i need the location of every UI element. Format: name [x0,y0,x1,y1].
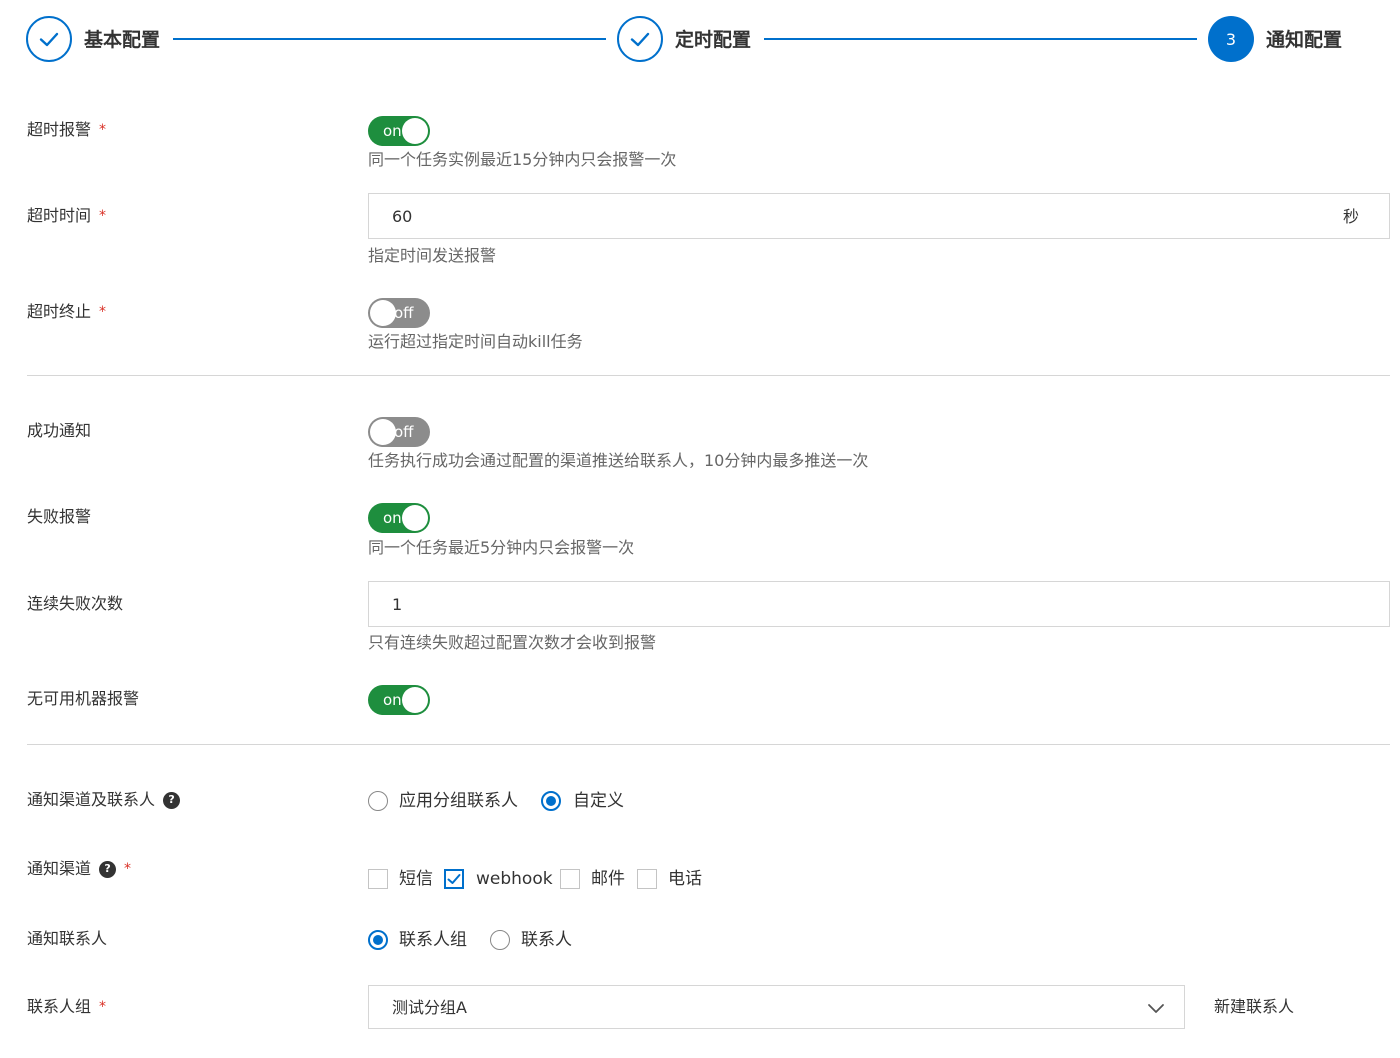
section-divider [27,375,1390,376]
checkbox-email-label[interactable]: 邮件 [591,868,625,890]
required-mark: * [99,999,107,1015]
timeout-time-label: 超时时间 * [27,206,107,225]
timeout-alert-switch[interactable]: on [368,116,430,146]
radio-contact[interactable] [490,930,510,950]
checkbox-phone-label[interactable]: 电话 [668,868,702,890]
checkbox-sms-label[interactable]: 短信 [399,868,433,890]
channel-contacts-label: 通知渠道及联系人 ? [27,789,181,811]
timeout-kill-switch[interactable]: off [368,298,430,328]
consecutive-fail-label: 连续失败次数 [27,594,124,613]
fail-alert-label: 失败报警 [27,507,92,526]
help-icon[interactable]: ? [163,791,181,809]
timeout-kill-hint: 运行超过指定时间自动kill任务 [368,332,583,351]
timeout-kill-label: 超时终止 * [27,302,107,321]
timeout-time-hint: 指定时间发送报警 [368,246,497,265]
radio-app-group-contacts[interactable] [368,791,388,811]
success-notify-label: 成功通知 [27,421,92,440]
timeout-alert-hint: 同一个任务实例最近15分钟内只会报警一次 [368,150,677,169]
contact-group-select[interactable]: 测试分组A [368,985,1185,1029]
radio-contact-group-label[interactable]: 联系人组 [399,929,467,951]
radio-contact-label[interactable]: 联系人 [521,929,572,951]
no-machine-alert-label: 无可用机器报警 [27,689,140,708]
step-1-title: 基本配置 [84,29,161,51]
checkbox-sms[interactable] [368,869,388,889]
radio-custom[interactable] [541,791,561,811]
contacts-label: 通知联系人 [27,929,108,948]
no-machine-alert-switch[interactable]: on [368,685,430,715]
chevron-down-icon [1148,1004,1164,1013]
new-contact-button[interactable]: 新建联系人 [1214,996,1294,1018]
step-connector-1 [173,38,606,40]
checkbox-email[interactable] [560,869,580,889]
success-notify-hint: 任务执行成功会通过配置的渠道推送给联系人，10分钟内最多推送一次 [368,451,869,470]
step-3-title: 通知配置 [1266,29,1343,51]
channels-label: 通知渠道 ? * [27,859,132,878]
checkbox-webhook[interactable] [444,869,464,889]
step-2-title: 定时配置 [675,29,752,51]
step-connector-2 [764,38,1197,40]
unit-suffix: 秒 [1342,207,1359,226]
checkmark-icon [447,874,461,884]
radio-contact-group[interactable] [368,930,388,950]
section-divider [27,744,1390,745]
required-mark: * [99,304,107,320]
required-mark: * [99,208,107,224]
help-icon[interactable]: ? [99,860,117,878]
radio-custom-label[interactable]: 自定义 [573,790,624,812]
radio-app-group-contacts-label[interactable]: 应用分组联系人 [399,790,518,812]
timeout-time-input[interactable]: 60 秒 [368,193,1390,239]
required-mark: * [99,122,107,138]
timeout-alert-label: 超时报警 * [27,120,107,139]
step-3-number: 3 [1208,16,1254,62]
checkbox-phone[interactable] [637,869,657,889]
checkbox-webhook-label[interactable]: webhook [476,868,553,890]
fail-alert-hint: 同一个任务最近5分钟内只会报警一次 [368,538,635,557]
step-1-check-icon [26,16,72,62]
step-2-check-icon [617,16,663,62]
required-mark: * [124,861,132,877]
contact-group-label: 联系人组 * [27,997,107,1016]
success-notify-switch[interactable]: off [368,417,430,447]
consecutive-fail-hint: 只有连续失败超过配置次数才会收到报警 [368,633,657,652]
consecutive-fail-input[interactable]: 1 [368,581,1390,627]
steps-bar: 基本配置 定时配置 3 通知配置 [0,0,1400,80]
fail-alert-switch[interactable]: on [368,503,430,533]
